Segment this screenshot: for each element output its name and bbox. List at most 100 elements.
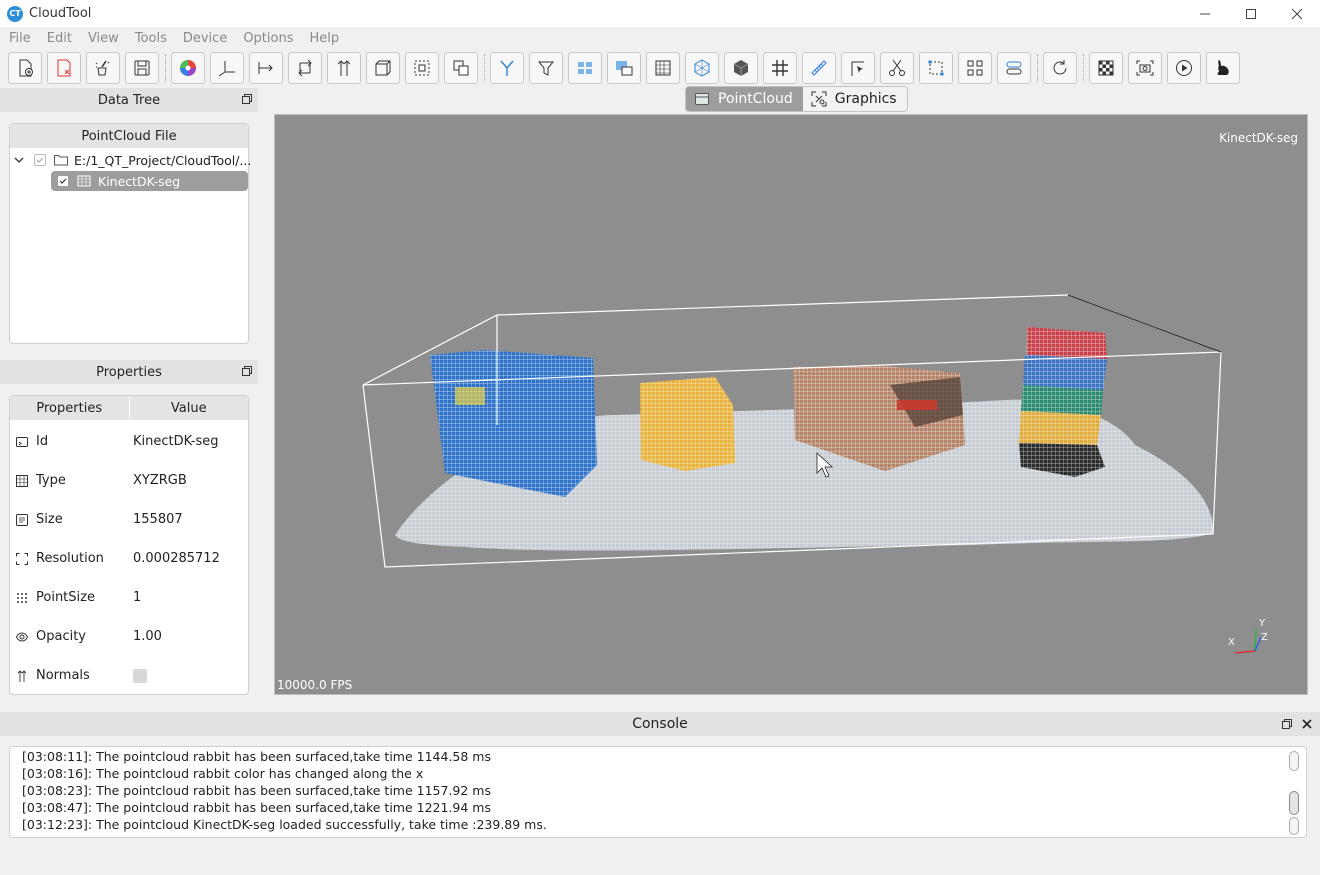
clone-button[interactable]: [444, 52, 478, 84]
property-row-size[interactable]: Size 155807: [10, 500, 248, 539]
menu-device[interactable]: Device: [175, 28, 235, 50]
data-tree-header: Data Tree: [0, 88, 258, 112]
property-value: XYZRGB: [133, 473, 187, 488]
console-scrollbar[interactable]: [1289, 751, 1299, 835]
log-line: [03:08:16]: The pointcloud rabbit color …: [22, 766, 424, 781]
axis-gizmo: [1234, 628, 1262, 654]
close-file-button[interactable]: [47, 52, 81, 84]
grid-view-button[interactable]: [568, 52, 602, 84]
rabbit-button[interactable]: [1206, 52, 1240, 84]
3d-viewport[interactable]: X Y Z KinectDK-seg 10000.0 FPS: [274, 114, 1308, 695]
pick-point-button[interactable]: [841, 52, 875, 84]
cloud-id-label: KinectDK-seg: [1219, 131, 1298, 145]
minimize-icon: [1200, 13, 1210, 14]
property-row-opacity[interactable]: Opacity 1.00: [10, 617, 248, 656]
measure-button[interactable]: [802, 52, 836, 84]
check-icon: [36, 157, 44, 163]
rabbit-icon: [1217, 60, 1229, 75]
minimize-button[interactable]: [1182, 0, 1228, 27]
cube-button[interactable]: [724, 52, 758, 84]
normals-button[interactable]: [327, 52, 361, 84]
root-checkbox[interactable]: [34, 154, 46, 166]
menu-view[interactable]: View: [80, 28, 127, 50]
grid-view-icon: [578, 62, 592, 74]
grid-button[interactable]: [763, 52, 797, 84]
maximize-button[interactable]: [1228, 0, 1274, 27]
downsample-button[interactable]: [490, 52, 524, 84]
new-file-button[interactable]: [8, 52, 42, 84]
axis-x-label: X: [1228, 637, 1235, 648]
blue-box-mesh: [430, 350, 597, 497]
flip-button[interactable]: [249, 52, 283, 84]
menu-tools[interactable]: Tools: [127, 28, 175, 50]
property-name: PointSize: [36, 590, 95, 605]
property-name: Opacity: [36, 629, 87, 644]
polygon-button[interactable]: [685, 52, 719, 84]
capture-button[interactable]: [607, 52, 641, 84]
close-icon[interactable]: [1302, 719, 1312, 729]
undock-icon[interactable]: [242, 366, 252, 376]
normals-checkbox[interactable]: [133, 668, 147, 683]
property-value: 1.00: [133, 629, 162, 644]
fit-view-button[interactable]: [405, 52, 439, 84]
resolution-icon: [16, 552, 28, 565]
table-button[interactable]: [646, 52, 680, 84]
tree-child-item[interactable]: KinectDK-seg: [51, 171, 248, 191]
scrollbar-bottom-handle[interactable]: [1289, 817, 1299, 835]
segment-button[interactable]: [958, 52, 992, 84]
grid-icon: [772, 60, 788, 76]
tab-pointcloud[interactable]: PointCloud: [686, 87, 803, 111]
cut-button[interactable]: [880, 52, 914, 84]
undock-icon[interactable]: [1282, 719, 1292, 729]
camera-button[interactable]: [1128, 52, 1162, 84]
menu-file[interactable]: File: [0, 28, 39, 50]
toolbar-separator: [1037, 54, 1038, 82]
close-window-button[interactable]: [1274, 0, 1320, 27]
undock-icon[interactable]: [242, 94, 252, 104]
property-name: Size: [36, 512, 63, 527]
filter-icon: [537, 61, 555, 76]
property-row-point-size[interactable]: PointSize 1: [10, 578, 248, 617]
play-button[interactable]: [1167, 52, 1201, 84]
property-row-resolution[interactable]: Resolution 0.000285712: [10, 539, 248, 578]
property-row-normals[interactable]: Normals: [10, 656, 248, 695]
properties-table-header: Properties Value: [10, 396, 248, 420]
filter-button[interactable]: [529, 52, 563, 84]
flip-icon: [258, 62, 273, 74]
color-wheel-icon: [180, 60, 196, 76]
transform-button[interactable]: [288, 52, 322, 84]
type-icon: [16, 474, 28, 487]
select-region-icon: [928, 60, 944, 76]
link-button[interactable]: [997, 52, 1031, 84]
tree-root-item[interactable]: E:/1_QT_Project/CloudTool/...: [14, 150, 251, 170]
pick-point-icon: [851, 61, 864, 76]
bounding-box-button[interactable]: [366, 52, 400, 84]
normals-icon: [17, 669, 27, 682]
property-row-type[interactable]: Type XYZRGB: [10, 461, 248, 500]
properties-table: Properties Value Id KinectDK-seg Type XY…: [9, 395, 249, 695]
axis-z-label: Z: [1261, 632, 1268, 643]
checker-button[interactable]: [1089, 52, 1123, 84]
close-icon: [1291, 8, 1303, 19]
menu-edit[interactable]: Edit: [39, 28, 80, 50]
menu-bar: File Edit View Tools Device Options Help: [0, 28, 1320, 50]
refresh-button[interactable]: [1043, 52, 1077, 84]
menu-options[interactable]: Options: [235, 28, 301, 50]
property-row-id[interactable]: Id KinectDK-seg: [10, 422, 248, 461]
transform-icon: [298, 59, 312, 77]
play-icon: [1176, 60, 1192, 76]
chevron-down-icon[interactable]: [14, 155, 24, 165]
select-region-button[interactable]: [919, 52, 953, 84]
axis-y-label: Y: [1259, 618, 1266, 629]
scrollbar-top-handle[interactable]: [1289, 751, 1299, 771]
axes-button[interactable]: [210, 52, 244, 84]
menu-help[interactable]: Help: [301, 28, 347, 50]
log-line: [03:12:23]: The pointcloud KinectDK-seg …: [22, 817, 547, 832]
scrollbar-thumb[interactable]: [1289, 791, 1299, 815]
tower-mesh: [1019, 327, 1107, 477]
save-button[interactable]: [125, 52, 159, 84]
clear-button[interactable]: [86, 52, 120, 84]
color-button[interactable]: [171, 52, 205, 84]
child-checkbox[interactable]: [57, 175, 69, 187]
tab-graphics[interactable]: Graphics: [802, 87, 907, 111]
